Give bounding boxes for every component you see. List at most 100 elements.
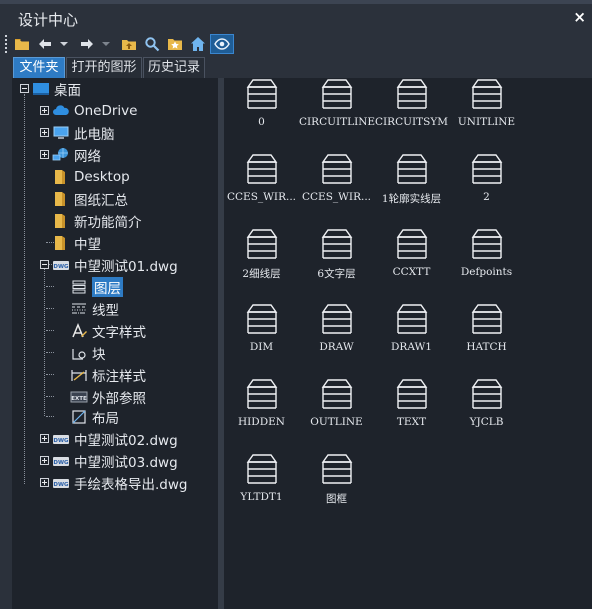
tree-line [46, 330, 54, 331]
layer-item[interactable]: TEXT [374, 378, 449, 453]
layer-icon [321, 229, 353, 259]
toolbar-grip[interactable] [5, 35, 7, 54]
layer-item[interactable]: CIRCUITSYM [374, 78, 449, 153]
layer-item[interactable]: DRAW1 [374, 303, 449, 378]
folder-icon [52, 191, 70, 207]
expand-toggle[interactable] [40, 478, 49, 487]
tab-history[interactable]: 历史记录 [143, 57, 205, 78]
svg-text:DWG: DWG [53, 438, 69, 444]
computer-icon [52, 125, 70, 141]
xref-icon: EXTE [70, 389, 88, 405]
layer-item[interactable]: CCES_WIR... [299, 153, 374, 228]
tree-item-layers[interactable]: 图层 [70, 276, 123, 298]
tree-item-drawings[interactable]: 图纸汇总 [52, 188, 128, 210]
layer-item[interactable]: 2 [449, 153, 524, 228]
tree-line [46, 308, 54, 309]
forward-arrow-icon[interactable] [78, 34, 96, 54]
tree-line [46, 352, 54, 353]
layer-item[interactable]: 1轮廓实线层 [374, 153, 449, 228]
expand-toggle[interactable] [40, 150, 49, 159]
collapse-toggle[interactable] [40, 260, 49, 269]
back-arrow-icon[interactable] [36, 34, 54, 54]
tab-folders[interactable]: 文件夹 [13, 57, 65, 78]
tree-item-desktop-folder[interactable]: Desktop [52, 166, 130, 188]
layer-icon [471, 304, 503, 334]
layer-item[interactable]: 2细线层 [224, 228, 299, 303]
folder-up-icon[interactable] [120, 34, 138, 54]
layer-content-view: 0 CIRCUITLINE CIRCUITSYM UNITLINE CCES_W… [224, 78, 592, 609]
collapse-toggle[interactable] [20, 84, 29, 93]
tree-item-dwg-export[interactable]: DWG 手绘表格导出.dwg [52, 472, 187, 494]
tree-item-dwg03[interactable]: DWG 中望测试03.dwg [52, 450, 178, 472]
layer-item[interactable]: 0 [224, 78, 299, 153]
tree-item-network[interactable]: 网络 [52, 144, 101, 166]
layer-icon [396, 304, 428, 334]
block-icon [70, 345, 88, 361]
favorites-icon[interactable] [166, 34, 184, 54]
close-button[interactable]: × [573, 8, 586, 26]
layer-item[interactable]: YJCLB [449, 378, 524, 453]
layer-item[interactable]: 图框 [299, 453, 374, 528]
layer-item[interactable]: Defpoints [449, 228, 524, 303]
layer-icon [246, 454, 278, 484]
layer-icon [471, 79, 503, 109]
layer-icon [321, 454, 353, 484]
tree-item-xrefs[interactable]: EXTE 外部参照 [70, 386, 146, 408]
svg-text:DWG: DWG [53, 460, 69, 466]
tree-item-dwg02[interactable]: DWG 中望测试02.dwg [52, 428, 178, 450]
expand-toggle[interactable] [40, 456, 49, 465]
svg-text:DWG: DWG [53, 264, 69, 270]
folder-icon [52, 235, 70, 251]
tree-item-dwg01[interactable]: DWG 中望测试01.dwg [52, 254, 178, 276]
tree-line [24, 94, 25, 484]
search-icon[interactable] [143, 34, 161, 54]
tree-line [46, 374, 54, 375]
expand-toggle[interactable] [40, 434, 49, 443]
layer-item[interactable]: DRAW [299, 303, 374, 378]
layer-item[interactable]: OUTLINE [299, 378, 374, 453]
tree-item-layouts[interactable]: 布局 [70, 406, 119, 428]
layer-icon [396, 379, 428, 409]
tree-item-zwsoft[interactable]: 中望 [52, 232, 101, 254]
tree-item-new-features[interactable]: 新功能简介 [52, 210, 142, 232]
expand-toggle[interactable] [40, 128, 49, 137]
tree-line [46, 416, 54, 417]
window-title: 设计中心 [18, 11, 79, 29]
forward-dropdown-icon[interactable] [100, 34, 112, 54]
tab-open-drawings[interactable]: 打开的图形 [66, 57, 142, 78]
tree-item-desktop[interactable]: 桌面 [32, 78, 81, 100]
tree-item-dim-styles[interactable]: 标注样式 [70, 364, 146, 386]
layer-icon [246, 229, 278, 259]
layer-item[interactable]: HATCH [449, 303, 524, 378]
tree-item-text-styles[interactable]: 文字样式 [70, 320, 146, 342]
tree-item-blocks[interactable]: 块 [70, 342, 106, 364]
dwg-file-icon: DWG [52, 475, 70, 491]
layer-item[interactable]: DIM [224, 303, 299, 378]
layer-item[interactable]: CIRCUITLINE [299, 78, 375, 153]
expand-toggle[interactable] [40, 106, 49, 115]
eye-icon[interactable] [210, 34, 234, 54]
layer-icon [471, 154, 503, 184]
layer-icon [321, 79, 353, 109]
tab-bar: 文件夹 打开的图形 历史记录 [0, 57, 592, 78]
layer-icon [246, 304, 278, 334]
back-dropdown-icon[interactable] [58, 34, 70, 54]
layer-icon [246, 79, 278, 109]
tree-line [46, 286, 54, 287]
svg-text:DWG: DWG [53, 482, 69, 488]
layer-item[interactable]: UNITLINE [449, 78, 524, 153]
home-icon[interactable] [189, 34, 207, 54]
tree-item-this-pc[interactable]: 此电脑 [52, 122, 115, 144]
tree-item-onedrive[interactable]: OneDrive [52, 100, 137, 122]
layer-item[interactable]: CCXTT [374, 228, 449, 303]
dwg-file-icon: DWG [52, 431, 70, 447]
layer-item[interactable]: YLTDT1 [224, 453, 299, 528]
folder-icon[interactable] [13, 34, 31, 54]
title-bar: 设计中心 × [0, 4, 592, 32]
layer-item[interactable]: CCES_WIR... [224, 153, 299, 228]
layer-item[interactable]: HIDDEN [224, 378, 299, 453]
layer-item[interactable]: 6文字层 [299, 228, 374, 303]
tree-item-linetypes[interactable]: 线型 [70, 298, 119, 320]
layout-icon [70, 409, 88, 425]
network-icon [52, 147, 70, 163]
